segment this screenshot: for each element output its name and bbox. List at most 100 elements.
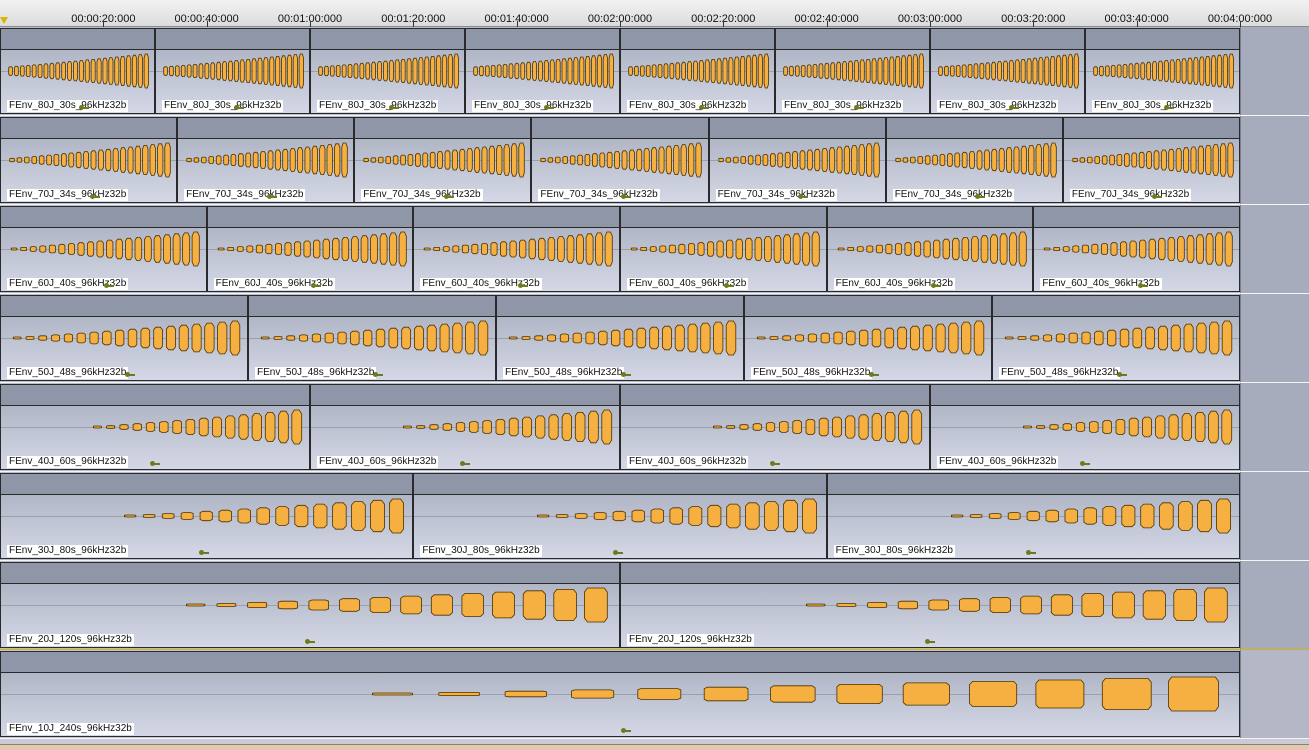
- clip-lock-key-icon[interactable]: [104, 282, 115, 289]
- audio-clip[interactable]: FEnv_50J_48s_96kHz32b: [496, 295, 744, 381]
- clip-lock-key-icon[interactable]: [698, 104, 709, 111]
- audio-clip[interactable]: FEnv_60J_40s_96kHz32b: [206, 206, 414, 292]
- clip-lock-key-icon[interactable]: [620, 193, 631, 200]
- audio-clip[interactable]: FEnv_80J_30s_96kHz32b: [930, 28, 1085, 114]
- clip-lock-key-icon[interactable]: [1163, 104, 1174, 111]
- clip-lock-key-icon[interactable]: [1117, 371, 1127, 378]
- audio-clip[interactable]: FEnv_70J_34s_96kHz32b: [1062, 117, 1240, 203]
- clip-lock-key-icon[interactable]: [78, 104, 89, 111]
- audio-track[interactable]: FEnv_60J_40s_96kHz32b FEnv_60J_40s_96kHz3…: [0, 205, 1309, 294]
- clip-lock-key-icon[interactable]: [89, 193, 100, 200]
- audio-clip[interactable]: FEnv_40J_60s_96kHz32b: [0, 384, 310, 470]
- clip-lock-key-icon[interactable]: [266, 193, 277, 200]
- audio-clip[interactable]: FEnv_60J_40s_96kHz32b: [1033, 206, 1240, 292]
- clip-lock-key-icon[interactable]: [310, 282, 321, 289]
- timeline-ruler[interactable]: 00:00:20:000 00:00:40:000 00:01:00:000 00:0…: [0, 0, 1309, 27]
- audio-clip[interactable]: FEnv_80J_30s_96kHz32b: [155, 28, 310, 114]
- audio-clip[interactable]: FEnv_80J_30s_96kHz32b: [775, 28, 930, 114]
- clip-lock-key-icon[interactable]: [388, 104, 399, 111]
- audio-clip[interactable]: FEnv_70J_34s_96kHz32b: [0, 117, 178, 203]
- audio-track[interactable]: FEnv_40J_60s_96kHz32b FEnv_40J_60s_96kHz3…: [0, 383, 1309, 472]
- audio-track[interactable]: FEnv_80J_30s_96kHz32b FEnv_80J_30s_96kHz3…: [0, 27, 1309, 116]
- audio-clip[interactable]: FEnv_20J_120s_96kHz32b: [0, 562, 620, 648]
- audio-clip[interactable]: FEnv_80J_30s_96kHz32b: [620, 28, 775, 114]
- audio-clip[interactable]: FEnv_50J_48s_96kHz32b: [992, 295, 1240, 381]
- clip-lock-key-icon[interactable]: [199, 549, 210, 556]
- clip-lock-key-icon[interactable]: [1079, 460, 1090, 467]
- waveform-pulse: [1163, 60, 1169, 82]
- audio-track[interactable]: FEnv_50J_48s_96kHz32b FEnv_50J_48s_96kHz3…: [0, 294, 1309, 383]
- audio-clip[interactable]: FEnv_30J_80s_96kHz32b: [0, 473, 414, 559]
- audio-track[interactable]: FEnv_30J_80s_96kHz32b FEnv_30J_80s_96kHz3…: [0, 472, 1309, 561]
- track-empty-region[interactable]: [1240, 383, 1309, 471]
- waveform-pulse: [335, 64, 341, 78]
- clip-lock-key-icon[interactable]: [612, 549, 623, 556]
- clip-lock-key-icon[interactable]: [798, 193, 809, 200]
- audio-clip[interactable]: FEnv_80J_30s_96kHz32b: [310, 28, 465, 114]
- audio-clip[interactable]: FEnv_70J_34s_96kHz32b: [708, 117, 886, 203]
- audio-clip[interactable]: FEnv_40J_60s_96kHz32b: [620, 384, 930, 470]
- waveform-pulse: [762, 153, 768, 167]
- audio-clip[interactable]: FEnv_40J_60s_96kHz32b: [310, 384, 620, 470]
- clip-lock-key-icon[interactable]: [853, 104, 864, 111]
- audio-clip[interactable]: FEnv_30J_80s_96kHz32b: [413, 473, 827, 559]
- waveform-pulse: [1128, 417, 1139, 437]
- clip-lock-key-icon[interactable]: [304, 638, 315, 645]
- clip-lock-key-icon[interactable]: [769, 460, 780, 467]
- audio-clip[interactable]: FEnv_70J_34s_96kHz32b: [177, 117, 355, 203]
- track-empty-region[interactable]: [1240, 561, 1309, 649]
- audio-clip[interactable]: FEnv_40J_60s_96kHz32b: [930, 384, 1240, 470]
- audio-track[interactable]: FEnv_20J_120s_96kHz32b FEnv_20J_120s_96kH…: [0, 561, 1309, 650]
- clip-lock-key-icon[interactable]: [125, 371, 135, 378]
- waveform-pulse: [68, 243, 75, 255]
- audio-clip[interactable]: FEnv_20J_120s_96kHz32b: [620, 562, 1240, 648]
- clip-lock-key-icon[interactable]: [459, 460, 470, 467]
- audio-clip[interactable]: FEnv_80J_30s_96kHz32b: [465, 28, 620, 114]
- clip-lock-key-icon[interactable]: [930, 282, 941, 289]
- track-empty-region[interactable]: [1240, 650, 1309, 738]
- clip-lock-key-icon[interactable]: [373, 371, 383, 378]
- audio-clip[interactable]: FEnv_80J_30s_96kHz32b: [1085, 28, 1240, 114]
- clip-lock-key-icon[interactable]: [517, 282, 528, 289]
- audio-clip[interactable]: FEnv_80J_30s_96kHz32b: [0, 28, 155, 114]
- track-empty-region[interactable]: [1240, 27, 1309, 115]
- audio-clip[interactable]: FEnv_30J_80s_96kHz32b: [826, 473, 1240, 559]
- clip-lock-key-icon[interactable]: [233, 104, 244, 111]
- audio-clip[interactable]: FEnv_70J_34s_96kHz32b: [885, 117, 1063, 203]
- audio-clip[interactable]: FEnv_70J_34s_96kHz32b: [354, 117, 532, 203]
- clip-lock-key-icon[interactable]: [1026, 549, 1037, 556]
- horizontal-scrollbar[interactable]: [0, 744, 1309, 750]
- clip-lock-key-icon[interactable]: [1152, 193, 1163, 200]
- clip-lock-key-icon[interactable]: [621, 371, 631, 378]
- audio-clip[interactable]: FEnv_70J_34s_96kHz32b: [531, 117, 709, 203]
- clip-lock-key-icon[interactable]: [1008, 104, 1019, 111]
- waveform-pulse: [481, 146, 488, 174]
- audio-track[interactable]: FEnv_10J_240s_96kHz32b: [0, 650, 1309, 739]
- track-empty-region[interactable]: [1240, 205, 1309, 293]
- clip-lock-key-icon[interactable]: [724, 282, 735, 289]
- audio-clip[interactable]: FEnv_50J_48s_96kHz32b: [744, 295, 992, 381]
- audio-clip[interactable]: FEnv_60J_40s_96kHz32b: [826, 206, 1034, 292]
- waveform-pulse: [1183, 323, 1194, 353]
- clip-lock-key-icon[interactable]: [924, 638, 935, 645]
- clip-lock-key-icon[interactable]: [543, 104, 554, 111]
- audio-clip[interactable]: FEnv_10J_240s_96kHz32b: [0, 651, 1240, 737]
- audio-clip[interactable]: FEnv_60J_40s_96kHz32b: [413, 206, 620, 292]
- clip-lock-key-icon[interactable]: [975, 193, 986, 200]
- clip-lock-key-icon[interactable]: [621, 727, 631, 734]
- audio-clip[interactable]: FEnv_50J_48s_96kHz32b: [248, 295, 496, 381]
- waveform-pulse: [1215, 498, 1231, 534]
- playhead-marker[interactable]: [0, 17, 8, 24]
- audio-clip[interactable]: FEnv_60J_40s_96kHz32b: [0, 206, 207, 292]
- clip-lock-key-icon[interactable]: [149, 460, 160, 467]
- track-empty-region[interactable]: [1240, 472, 1309, 560]
- clip-lock-key-icon[interactable]: [869, 371, 879, 378]
- audio-clip[interactable]: FEnv_60J_40s_96kHz32b: [620, 206, 827, 292]
- waveform-pulse: [763, 53, 769, 89]
- track-empty-region[interactable]: [1240, 116, 1309, 204]
- track-empty-region[interactable]: [1240, 294, 1309, 382]
- clip-lock-key-icon[interactable]: [443, 193, 454, 200]
- clip-lock-key-icon[interactable]: [1137, 282, 1148, 289]
- audio-track[interactable]: FEnv_70J_34s_96kHz32b FEnv_70J_34s_96kHz3…: [0, 116, 1309, 205]
- audio-clip[interactable]: FEnv_50J_48s_96kHz32b: [0, 295, 248, 381]
